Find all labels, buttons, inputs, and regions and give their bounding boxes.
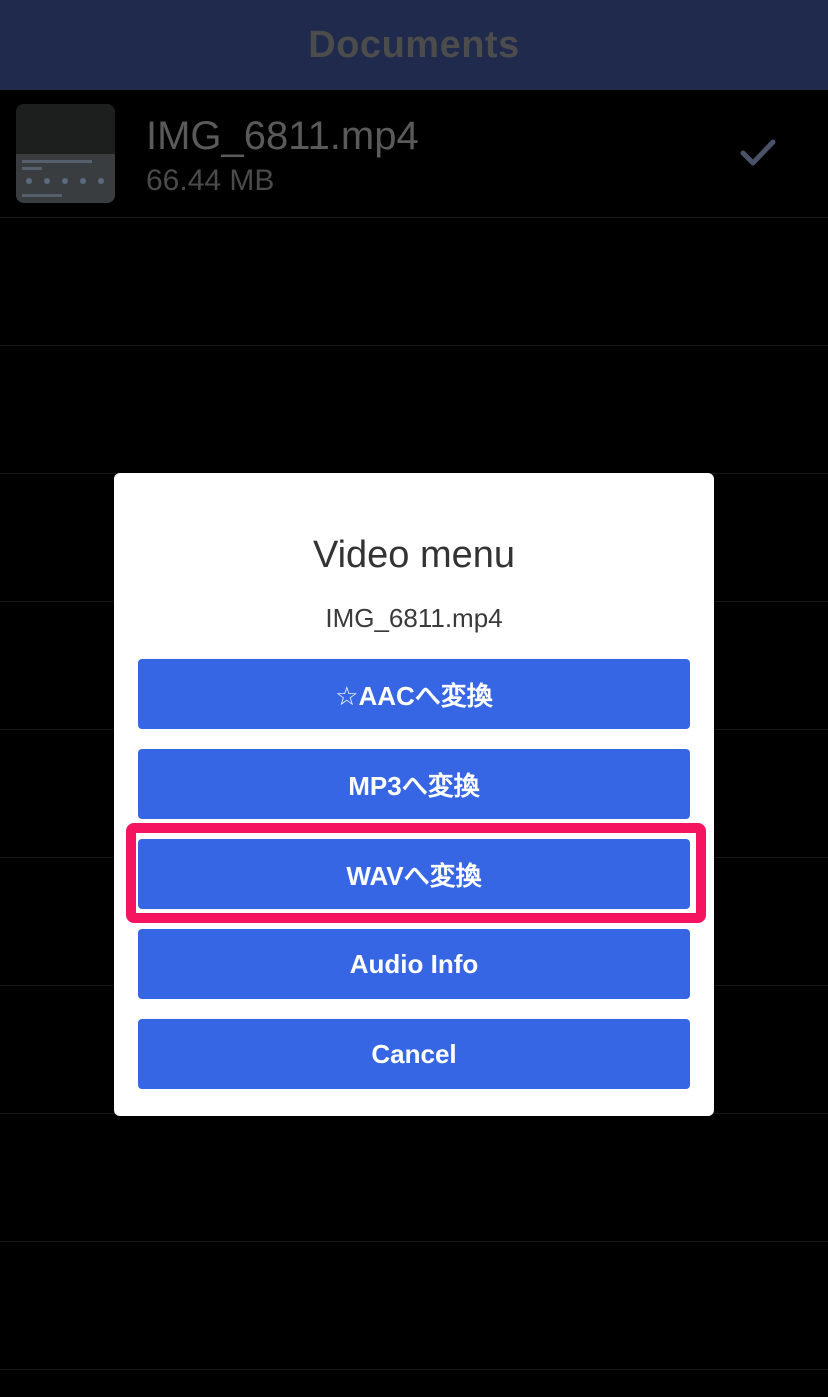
convert-mp3-button[interactable]: MP3へ変換 [138, 749, 690, 819]
convert-aac-button[interactable]: ☆AACへ変換 [138, 659, 690, 729]
cancel-button[interactable]: Cancel [138, 1019, 690, 1089]
convert-wav-button[interactable]: WAVへ変換 [138, 839, 690, 909]
audio-info-button[interactable]: Audio Info [138, 929, 690, 999]
dialog-title: Video menu [312, 534, 516, 576]
modal-overlay: Video menu IMG_6811.mp4 ☆AACへ変換 MP3へ変換 W… [0, 0, 828, 1397]
dialog-subtitle: IMG_6811.mp4 [325, 603, 503, 633]
